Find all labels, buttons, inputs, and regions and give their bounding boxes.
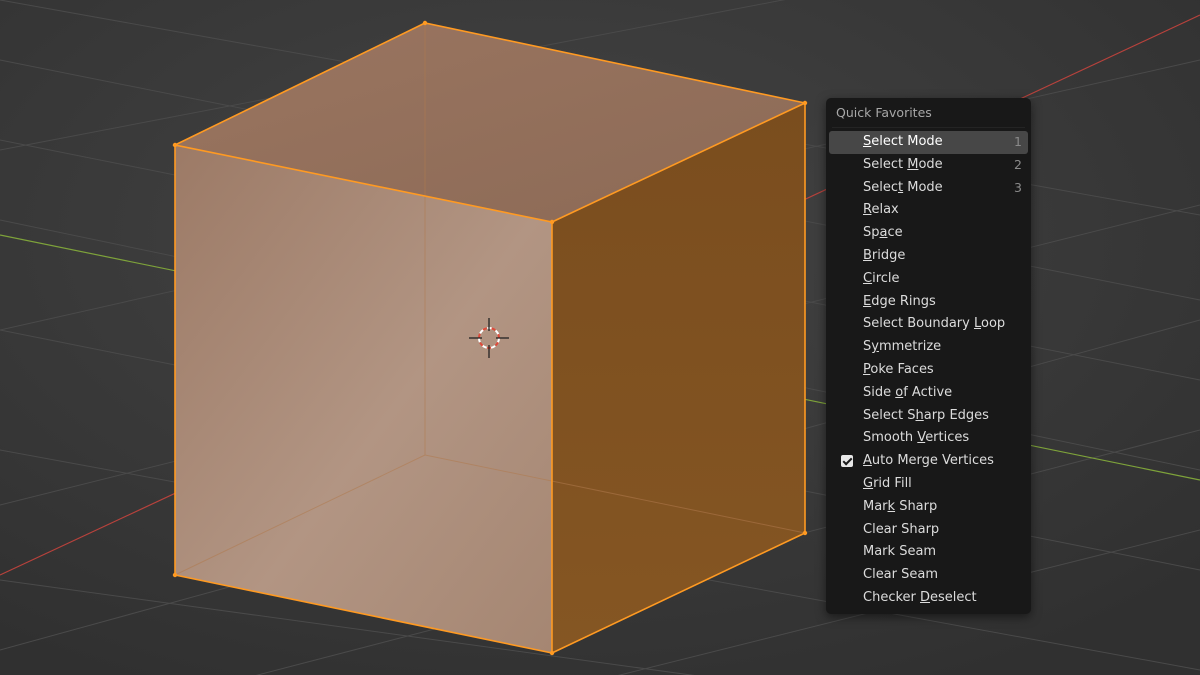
menu-item-label: Circle: [863, 270, 900, 286]
menu-item[interactable]: Clear Sharp: [829, 519, 1028, 542]
menu-item-label: Grid Fill: [863, 475, 912, 491]
menu-item[interactable]: Bridge: [829, 245, 1028, 268]
cube[interactable]: [172, 20, 808, 656]
menu-item-label: Mark Sharp: [863, 498, 938, 514]
menu-item-label: Bridge: [863, 247, 906, 263]
menu-item-label: Select Mode: [863, 179, 943, 195]
menu-item[interactable]: Select Mode 2: [829, 154, 1028, 177]
menu-item[interactable]: Relax: [829, 199, 1028, 222]
menu-item[interactable]: Checker Deselect: [829, 587, 1028, 610]
menu-item-label: Smooth Vertices: [863, 430, 970, 446]
menu-item-label: Select Boundary Loop: [863, 316, 1006, 332]
menu-item-label: Symmetrize: [863, 339, 942, 355]
menu-item[interactable]: Symmetrize: [829, 336, 1028, 359]
menu-item-shortcut: 1: [1014, 134, 1022, 149]
menu-item[interactable]: Side of Active: [829, 382, 1028, 405]
menu-item[interactable]: Space: [829, 222, 1028, 245]
menu-item[interactable]: Select Mode 1: [829, 131, 1028, 154]
checkbox-checked-icon[interactable]: [841, 455, 853, 468]
menu-title: Quick Favorites: [836, 105, 932, 120]
menu-item-shortcut: 2: [1014, 156, 1022, 172]
menu-item-label: Checker Deselect: [863, 589, 977, 605]
menu-item[interactable]: Select Mode 3: [829, 177, 1028, 200]
menu-item[interactable]: Select Boundary Loop: [829, 313, 1028, 336]
menu-item-label: Select Mode: [863, 134, 943, 149]
menu-item[interactable]: Auto Merge Vertices: [829, 450, 1028, 473]
menu-item-label: Space: [863, 225, 903, 241]
menu-item-label: Clear Sharp: [863, 521, 940, 537]
menu-list: Select Mode 1 Select Mode 2 Select Mode 3 Rela…: [829, 131, 1028, 610]
menu-item[interactable]: Grid Fill: [829, 473, 1028, 496]
menu-item[interactable]: Mark Seam: [829, 541, 1028, 564]
menu-item-label: Relax: [863, 202, 899, 218]
menu-item[interactable]: Mark Sharp: [829, 496, 1028, 519]
menu-item[interactable]: Edge Rings: [829, 291, 1028, 314]
menu-item-label: Side of Active: [863, 384, 953, 400]
menu-item[interactable]: Poke Faces: [829, 359, 1028, 382]
menu-item-label: Edge Rings: [863, 293, 936, 309]
menu-separator: [832, 127, 1025, 128]
menu-item[interactable]: Clear Seam: [829, 564, 1028, 587]
menu-item-label: Poke Faces: [863, 361, 934, 377]
menu-item-label: Clear Seam: [863, 567, 939, 583]
menu-item-shortcut: 3: [1014, 179, 1022, 195]
quick-favorites-menu: Quick Favorites Select Mode 1 Select Mode 2…: [826, 98, 1031, 614]
menu-item-label: Select Mode: [863, 156, 943, 172]
menu-item-label: Mark Seam: [863, 544, 937, 560]
menu-item-label: Select Sharp Edges: [863, 407, 989, 423]
menu-item[interactable]: Circle: [829, 268, 1028, 291]
menu-item[interactable]: Select Sharp Edges: [829, 405, 1028, 428]
menu-item[interactable]: Smooth Vertices: [829, 427, 1028, 450]
cube-front-face: [175, 145, 552, 653]
menu-item-label: Auto Merge Vertices: [863, 453, 994, 469]
